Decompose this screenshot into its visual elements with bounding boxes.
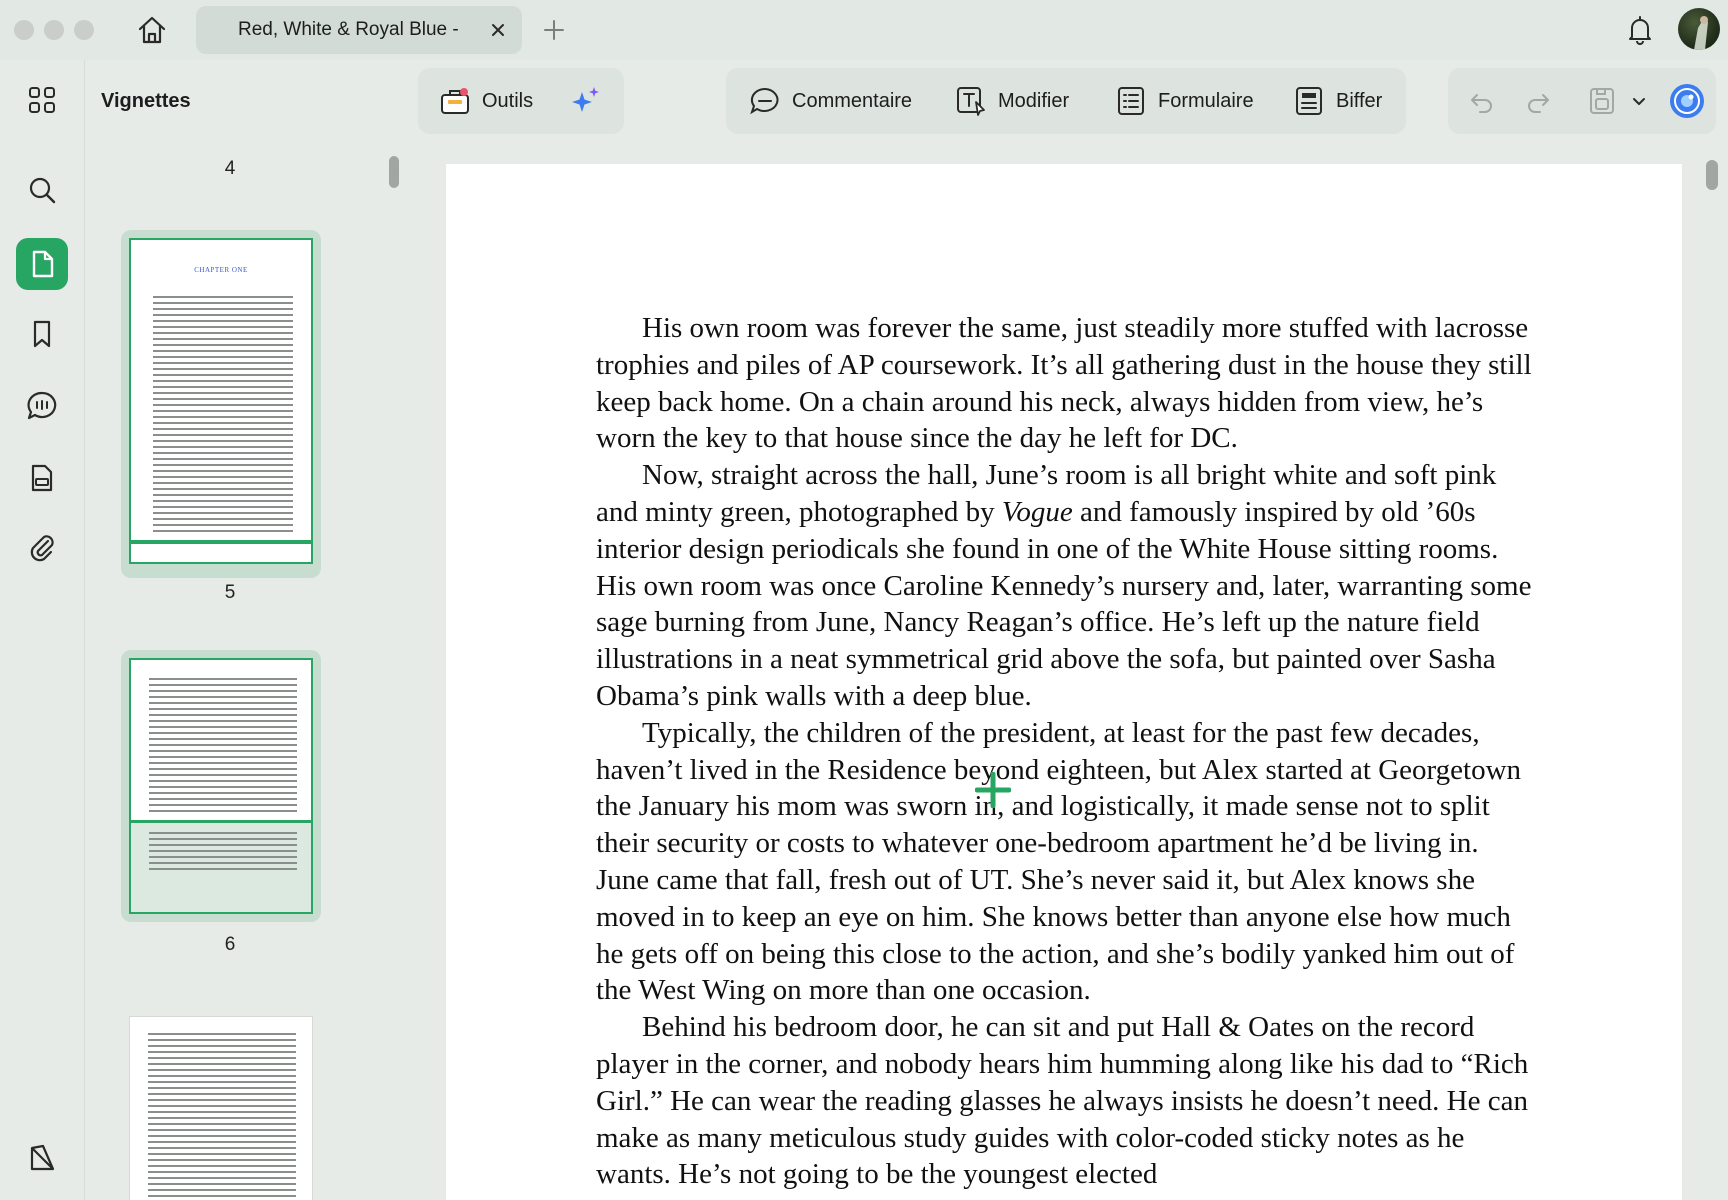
save-button[interactable] [1586, 68, 1618, 134]
zoom-window-button[interactable] [74, 20, 94, 40]
tools-group: Outils [418, 68, 624, 134]
form-icon [1118, 87, 1144, 115]
document-tab[interactable]: Red, White & Royal Blue - [196, 6, 522, 54]
redo-button[interactable] [1524, 68, 1552, 134]
edit-label: Modifier [998, 89, 1070, 112]
comment-icon[interactable] [16, 380, 68, 432]
document-viewer: His own room was forever the same, just … [412, 146, 1716, 1200]
ai-chat-button[interactable] [1668, 68, 1706, 134]
close-window-button[interactable] [14, 20, 34, 40]
plus-icon[interactable] [540, 16, 568, 44]
thumbnail-image [129, 658, 313, 914]
edit-modes-group: Commentaire Modifier Formulaire Biffer [726, 68, 1406, 134]
page-label: 4 [224, 158, 236, 179]
form-mode-button[interactable]: Formulaire [1114, 68, 1254, 134]
search-icon[interactable] [16, 164, 68, 216]
edit-text-icon [957, 87, 985, 116]
thumbnail-image: CHAPTER ONE [129, 238, 313, 564]
undo-button[interactable] [1468, 68, 1496, 134]
history-group [1448, 68, 1716, 134]
save-icon [1590, 88, 1614, 114]
thumbnail-page-6[interactable] [121, 650, 321, 922]
thumbnail-page-7[interactable] [121, 1008, 321, 1200]
home-icon[interactable] [134, 12, 170, 48]
form-label: Formulaire [1158, 89, 1254, 112]
document-scrollbar[interactable] [1706, 160, 1718, 190]
page-body: His own room was forever the same, just … [596, 310, 1536, 1193]
comment-label: Commentaire [792, 89, 913, 112]
grid-icon[interactable] [16, 74, 68, 126]
sparkle-icon [572, 87, 599, 112]
redo-icon [1528, 94, 1549, 113]
paragraph: His own room was forever the same, just … [596, 312, 1532, 455]
avatar[interactable] [1678, 8, 1720, 50]
attachment-icon[interactable] [16, 522, 68, 574]
bookmark-icon[interactable] [16, 308, 68, 360]
page-label: 6 [224, 934, 236, 955]
bell-icon[interactable] [1622, 12, 1658, 48]
comment-mode-button[interactable]: Commentaire [748, 68, 912, 134]
crosshair-cursor-icon [974, 771, 1012, 809]
form-icon[interactable] [16, 452, 68, 504]
chevron-down-icon [1633, 98, 1645, 105]
thumbnail-image [129, 1016, 313, 1200]
undo-icon [1471, 94, 1492, 113]
tab-title: Red, White & Royal Blue - [238, 19, 459, 40]
paragraph: Now, straight across the hall, June’s ro… [596, 459, 1532, 712]
layers-icon[interactable] [16, 1132, 68, 1184]
save-options-button[interactable] [1630, 68, 1648, 134]
chapter-heading: CHAPTER ONE [194, 266, 248, 274]
paragraph: Behind his bedroom door, he can sit and … [596, 1011, 1529, 1191]
comment-icon [750, 87, 779, 115]
paragraph: Typically, the children of the president… [596, 716, 1522, 1007]
edit-mode-button[interactable]: Modifier [954, 68, 1069, 134]
minimize-window-button[interactable] [44, 20, 64, 40]
redact-label: Biffer [1336, 89, 1383, 112]
panel-title: Vignettes [101, 90, 191, 112]
tool-rail [0, 60, 84, 1200]
document-page: His own room was forever the same, just … [446, 164, 1682, 1200]
redact-icon [1296, 87, 1322, 115]
close-icon[interactable] [486, 18, 510, 42]
italic-title: Vogue [1001, 495, 1073, 528]
page-label: 5 [224, 582, 236, 603]
ai-assistant-button[interactable] [568, 68, 602, 134]
ai-logo-icon [1670, 84, 1704, 118]
tools-button[interactable]: Outils [438, 68, 533, 134]
toolbox-icon [441, 88, 469, 114]
thumbnails-panel: Vignettes 4 CHAPTER ONE 5 6 [84, 60, 408, 1200]
title-bar: Red, White & Royal Blue - [0, 0, 1728, 60]
thumbnail-scrollbar[interactable] [389, 156, 399, 188]
pages-icon[interactable] [16, 238, 68, 290]
redact-mode-button[interactable]: Biffer [1292, 68, 1382, 134]
tools-label: Outils [482, 89, 534, 112]
thumbnail-page-5[interactable]: CHAPTER ONE [121, 230, 321, 578]
